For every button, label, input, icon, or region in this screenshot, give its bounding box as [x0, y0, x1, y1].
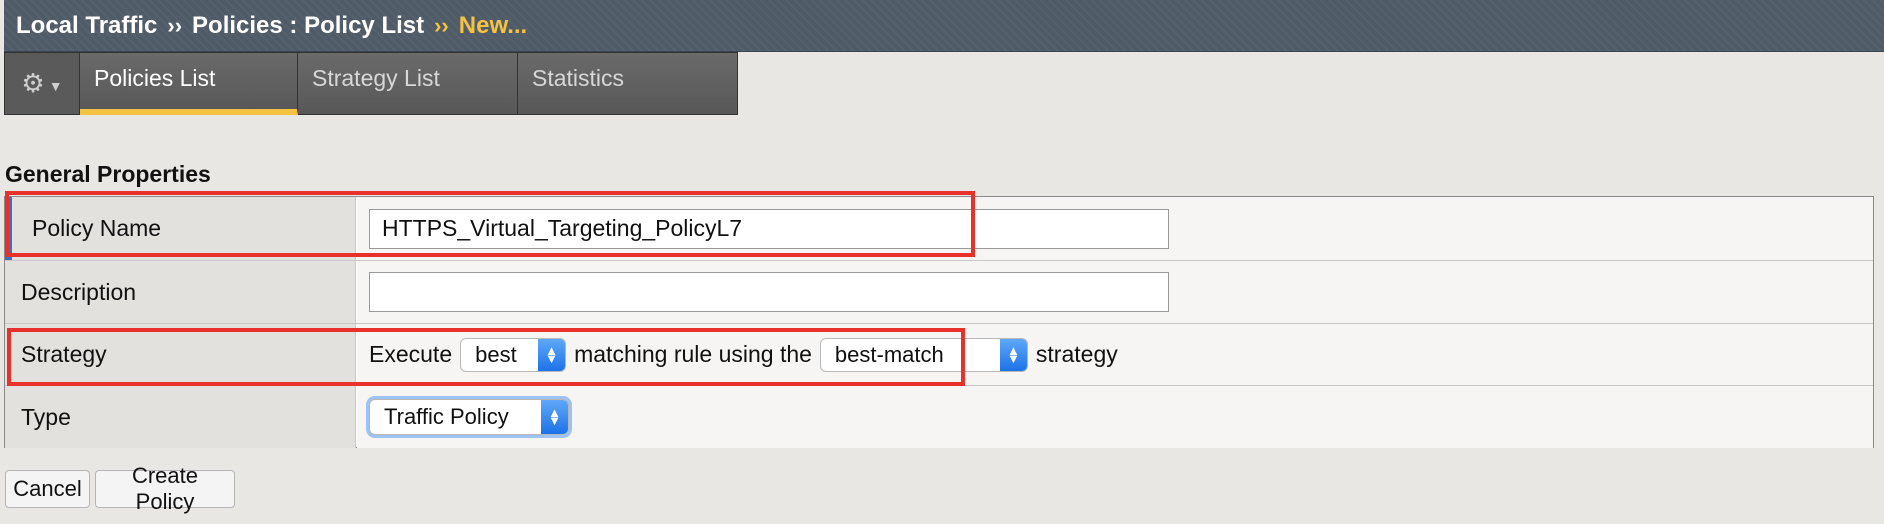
strategy-text-after: strategy: [1035, 341, 1118, 367]
type-select-value: Traffic Policy: [384, 404, 509, 429]
chevron-down-icon: ▼: [48, 77, 63, 94]
policy-name-row: Policy Name: [5, 197, 1873, 261]
section-title: General Properties: [5, 161, 211, 187]
policy-name-input[interactable]: [369, 208, 1169, 249]
strategy-text-middle: matching rule using the: [574, 341, 812, 367]
description-label: Description: [5, 261, 356, 323]
strategy-label: Strategy: [5, 324, 356, 385]
breadcrumb-local-traffic[interactable]: Local Traffic: [16, 12, 157, 40]
gear-icon: ⚙: [21, 68, 45, 98]
breadcrumb-current: New...: [458, 11, 528, 39]
strategy-text-execute: Execute: [369, 341, 453, 367]
strategy-select-value: best-match: [834, 341, 944, 367]
create-policy-button[interactable]: Create Policy: [95, 463, 235, 514]
policy-name-label: Policy Name: [5, 197, 356, 260]
strategy-row: Strategy Execute best ▲ ▼ matching rule u…: [5, 324, 1873, 386]
breadcrumb-policy-list[interactable]: Policies : Policy List: [192, 12, 424, 40]
description-row: Description: [5, 261, 1873, 324]
tab-policies-list[interactable]: Policies List: [80, 52, 298, 115]
general-properties-table: Policy Name Description Strategy Execute…: [4, 196, 1874, 448]
select-arrows-icon: ▲ ▼: [541, 400, 568, 434]
breadcrumb-separator-active: ››: [434, 12, 449, 38]
match-select-value: best: [475, 341, 517, 367]
select-arrows-icon: ▲ ▼: [999, 338, 1027, 371]
strategy-select[interactable]: best-match ▲ ▼: [819, 337, 1028, 372]
type-label: Type: [5, 386, 356, 448]
description-input[interactable]: [369, 272, 1169, 312]
tab-bar: ⚙ ▼ Policies List Strategy List Statisti…: [4, 52, 738, 116]
type-select[interactable]: Traffic Policy ▲ ▼: [369, 399, 569, 435]
tab-strategy-list[interactable]: Strategy List: [298, 52, 518, 115]
breadcrumb-separator: ››: [167, 12, 183, 38]
type-row: Type Traffic Policy ▲ ▼: [5, 386, 1873, 448]
breadcrumb: Local Traffic ›› Policies : Policy List …: [4, 0, 1884, 52]
tab-statistics[interactable]: Statistics: [518, 52, 738, 115]
match-select[interactable]: best ▲ ▼: [460, 337, 567, 372]
cancel-button[interactable]: Cancel: [5, 470, 90, 508]
gear-menu-button[interactable]: ⚙ ▼: [4, 52, 80, 115]
select-arrows-icon: ▲ ▼: [538, 338, 566, 371]
